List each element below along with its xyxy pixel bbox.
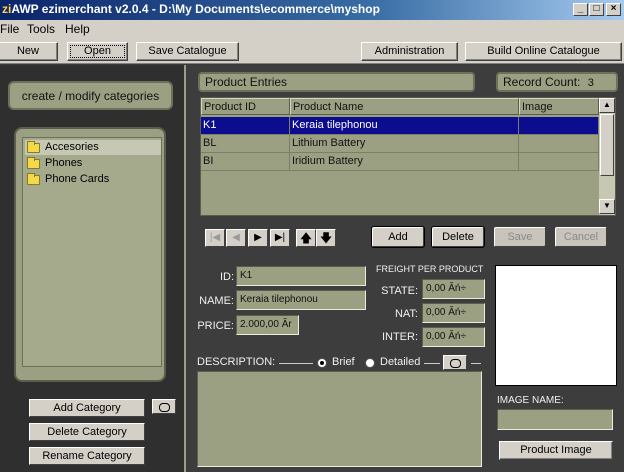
product-grid[interactable]: Product ID Product Name Image K1 Keraia … — [200, 97, 616, 216]
record-count-value: 3 — [587, 77, 594, 89]
table-row[interactable]: BL Lithium Battery — [201, 135, 599, 153]
state-label: STATE: — [381, 285, 418, 297]
category-tree-frame: Accesories Phones Phone Cards — [14, 127, 166, 382]
move-up-icon[interactable]: 🡅 — [296, 229, 316, 247]
delete-product-button[interactable]: Delete — [432, 227, 484, 247]
record-count-label: Record Count: — [503, 75, 581, 89]
cell-product-name: Keraia tilephonou — [290, 117, 519, 135]
column-header-product-id[interactable]: Product ID — [201, 98, 290, 115]
last-record-icon[interactable]: ▶| — [270, 229, 290, 247]
scroll-down-icon[interactable]: ▼ — [599, 199, 615, 214]
folder-icon — [27, 141, 40, 153]
product-area: Product Entries Record Count: 3 Product … — [184, 65, 624, 472]
description-field[interactable] — [197, 371, 482, 467]
detailed-radio[interactable] — [365, 358, 375, 368]
cell-product-name: Iridium Battery — [290, 153, 519, 171]
window-title: AWP ezimerchant v2.0.4 - D:\My Documents… — [11, 2, 380, 16]
divider — [424, 363, 440, 364]
image-name-field[interactable] — [497, 409, 613, 430]
product-image-preview — [495, 265, 617, 386]
brief-radio[interactable] — [317, 358, 327, 368]
nat-label: NAT: — [394, 308, 418, 320]
category-item-accesories[interactable]: Accesories — [25, 140, 161, 155]
move-down-icon[interactable]: 🡇 — [316, 229, 336, 247]
cancel-product-button[interactable]: Cancel — [555, 227, 607, 247]
cell-image — [519, 117, 599, 135]
column-header-image[interactable]: Image — [519, 98, 599, 115]
price-label: PRICE: — [197, 320, 234, 332]
add-category-button[interactable]: Add Category — [29, 399, 145, 417]
open-button[interactable]: Open — [67, 42, 128, 61]
window-title-text: ziAWP ezimerchant v2.0.4 - D:\My Documen… — [2, 2, 380, 16]
category-label: Phones — [45, 157, 83, 169]
divider — [279, 363, 313, 364]
delete-category-button[interactable]: Delete Category — [29, 423, 145, 441]
name-field[interactable]: Keraia tilephonou — [236, 290, 366, 310]
add-product-button[interactable]: Add — [372, 227, 424, 247]
scroll-thumb[interactable] — [600, 114, 614, 176]
price-field[interactable]: 2.000,00 Ăr — [236, 315, 299, 335]
cell-product-name: Lithium Battery — [290, 135, 519, 153]
brief-label: Brief — [332, 356, 355, 368]
administration-button[interactable]: Administration — [361, 42, 458, 61]
inter-field[interactable]: 0,00 Ăń÷ — [422, 327, 485, 347]
toolbar: New Open Save Catalogue Administration B… — [0, 38, 624, 64]
grid-scrollbar[interactable]: ▲ ▼ — [599, 98, 615, 215]
save-catalogue-button[interactable]: Save Catalogue — [136, 42, 239, 61]
description-label: DESCRIPTION: — [197, 356, 276, 368]
nat-field[interactable]: 0,00 Ăń÷ — [422, 303, 485, 323]
state-field[interactable]: 0,00 Ăń÷ — [422, 279, 485, 299]
previous-record-icon[interactable]: ◀ — [226, 229, 246, 247]
category-label: Phone Cards — [45, 173, 110, 185]
cell-product-id: BI — [201, 153, 290, 171]
new-button[interactable]: New — [0, 42, 58, 61]
column-header-product-name[interactable]: Product Name — [290, 98, 519, 115]
detailed-label: Detailed — [380, 356, 421, 368]
cell-image — [519, 153, 599, 171]
rename-category-button[interactable]: Rename Category — [29, 447, 145, 465]
inter-label: INTER: — [381, 331, 418, 343]
product-entries-header: Product Entries — [198, 72, 475, 92]
save-product-button[interactable]: Save — [494, 227, 546, 247]
title-bar: ziAWP ezimerchant v2.0.4 - D:\My Documen… — [0, 0, 624, 20]
product-image-button[interactable]: Product Image — [499, 441, 613, 460]
category-header-text: create / modify categories — [21, 89, 160, 103]
product-entries-title: Product Entries — [205, 75, 288, 89]
build-online-catalogue-button[interactable]: Build Online Catalogue — [465, 42, 622, 61]
table-row[interactable]: K1 Keraia tilephonou — [201, 117, 599, 135]
cell-product-id: K1 — [201, 117, 290, 135]
scroll-up-icon[interactable]: ▲ — [599, 98, 615, 113]
first-record-icon[interactable]: |◀ — [205, 229, 225, 247]
folder-icon — [27, 157, 40, 169]
divider — [471, 363, 481, 364]
folder-icon — [27, 173, 40, 185]
category-item-phone-cards[interactable]: Phone Cards — [25, 172, 161, 187]
camera-icon[interactable] — [152, 399, 176, 414]
menu-file[interactable]: File — [0, 22, 19, 36]
minimize-button[interactable]: _ — [573, 3, 588, 16]
close-button[interactable]: × — [606, 3, 621, 16]
category-panel: create / modify categories Accesories Ph… — [0, 65, 184, 472]
record-count-box: Record Count: 3 — [496, 72, 618, 92]
name-label: NAME: — [199, 295, 234, 307]
description-camera-icon[interactable] — [443, 355, 467, 370]
menu-bar: File Tools Help — [0, 20, 624, 38]
cell-image — [519, 135, 599, 153]
id-label: ID: — [219, 271, 234, 283]
image-name-label: IMAGE NAME: — [497, 395, 564, 406]
category-label: Accesories — [45, 141, 99, 153]
freight-label: FREIGHT PER PRODUCT — [376, 264, 484, 274]
category-item-phones[interactable]: Phones — [25, 156, 161, 171]
maximize-button[interactable]: □ — [589, 3, 604, 16]
app-icon: zi — [2, 2, 12, 16]
category-tree[interactable]: Accesories Phones Phone Cards — [22, 137, 162, 367]
next-record-icon[interactable]: ▶ — [248, 229, 268, 247]
menu-help[interactable]: Help — [65, 22, 90, 36]
cell-product-id: BL — [201, 135, 290, 153]
category-header: create / modify categories — [8, 81, 173, 110]
id-field[interactable]: K1 — [236, 266, 366, 286]
menu-tools[interactable]: Tools — [27, 22, 55, 36]
table-row[interactable]: BI Iridium Battery — [201, 153, 599, 171]
